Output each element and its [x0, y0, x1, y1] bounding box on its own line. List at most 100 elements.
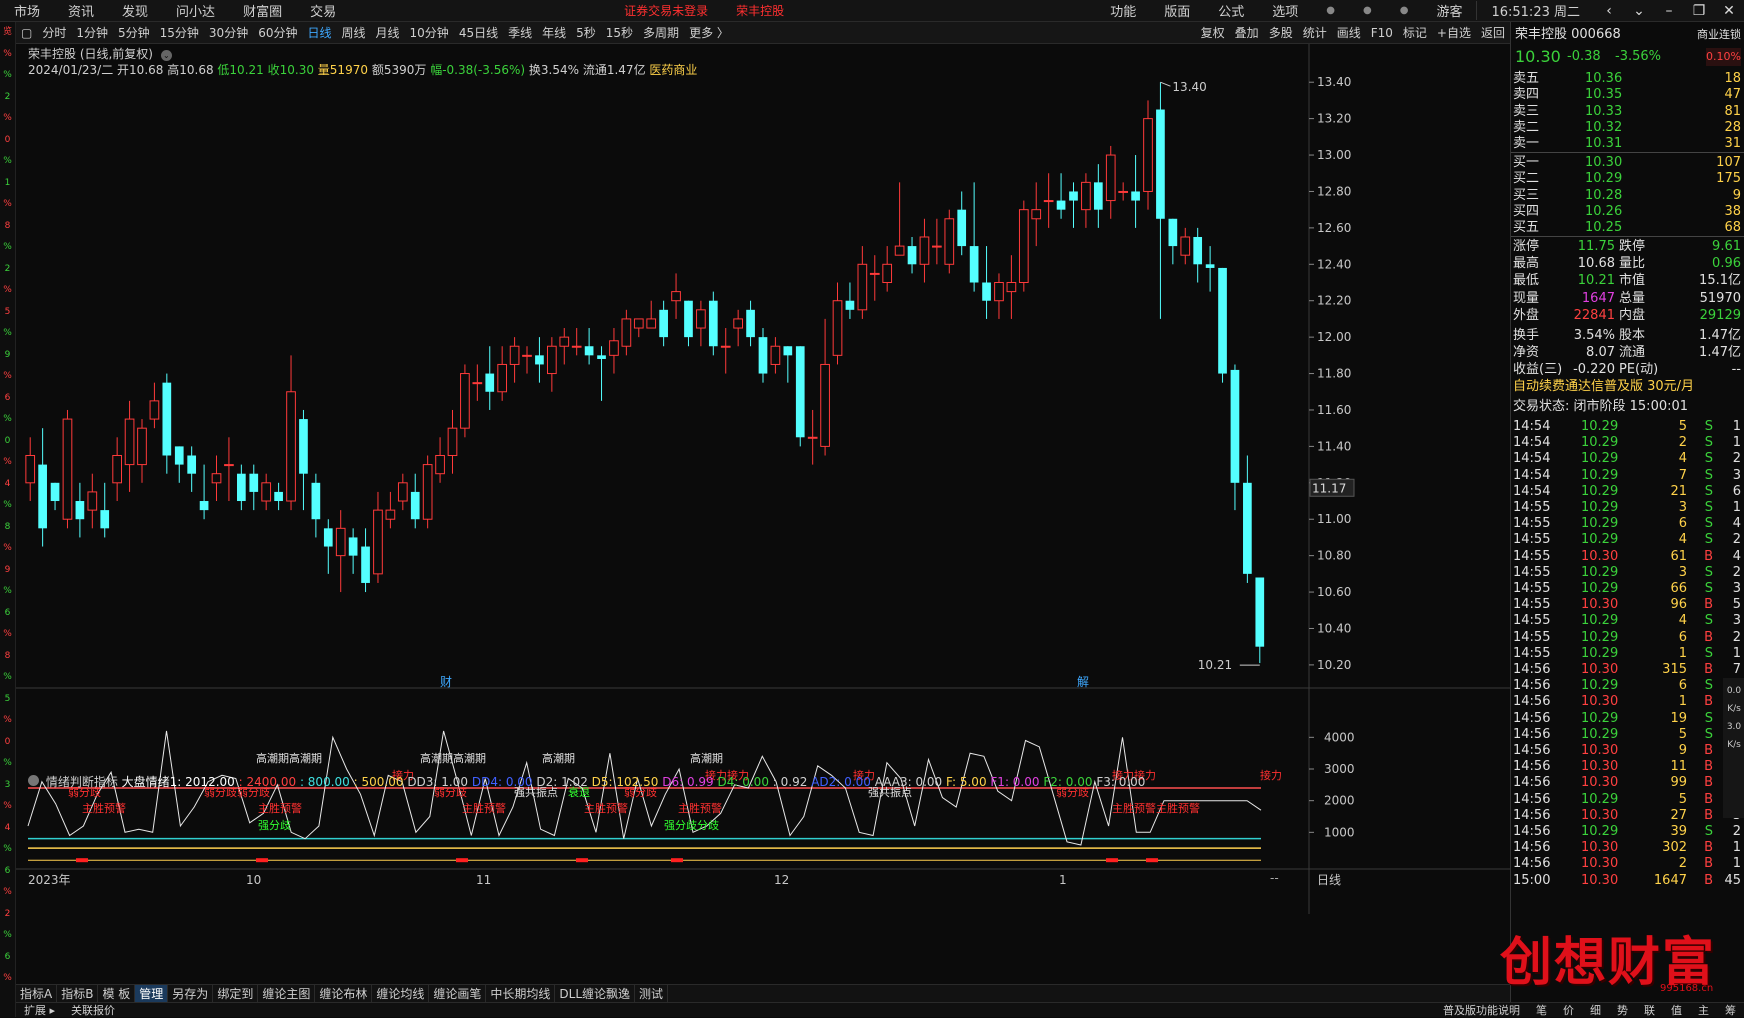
- left-rail-item[interactable]: 6: [0, 861, 15, 883]
- tool-button[interactable]: 统计: [1298, 24, 1332, 41]
- indicator-template-tab[interactable]: 缠论画笔: [429, 985, 487, 1002]
- period-tab[interactable]: 15秒: [601, 24, 638, 41]
- tool-button[interactable]: 返回: [1476, 24, 1510, 41]
- left-rail-item[interactable]: 9: [0, 560, 15, 582]
- indicator-template-tab[interactable]: DLL缠论飘逸: [555, 985, 636, 1002]
- notice-stock[interactable]: 荣丰控股: [722, 2, 798, 19]
- indicator-template-tab[interactable]: 测试: [635, 985, 669, 1002]
- indicator-template-tab[interactable]: 绑定到: [213, 985, 259, 1002]
- user-label[interactable]: 游客: [1422, 1, 1476, 20]
- menu-item[interactable]: 问小达: [162, 1, 229, 20]
- gear-icon[interactable]: [28, 775, 39, 786]
- left-rail-item[interactable]: %: [0, 44, 15, 66]
- left-rail-item[interactable]: 9: [0, 345, 15, 367]
- left-rail-item[interactable]: %: [0, 925, 15, 947]
- left-rail-item[interactable]: %: [0, 581, 15, 603]
- menu-right-item[interactable]: 功能: [1096, 1, 1150, 20]
- quote-tab[interactable]: 笔: [1528, 1002, 1555, 1018]
- tool-button[interactable]: 画线: [1332, 24, 1366, 41]
- period-tab[interactable]: 10分钟: [405, 24, 454, 41]
- period-tab[interactable]: 周线: [337, 24, 371, 41]
- left-rail-item[interactable]: %: [0, 452, 15, 474]
- back-icon[interactable]: ‹: [1594, 3, 1624, 19]
- left-rail-item[interactable]: 5: [0, 689, 15, 711]
- indicator-template-tab[interactable]: 另存为: [168, 985, 214, 1002]
- period-tab[interactable]: 30分钟: [204, 24, 253, 41]
- minimize-icon[interactable]: –: [1654, 3, 1684, 19]
- indicator-template-tab[interactable]: 指标B: [57, 985, 99, 1002]
- info-sector[interactable]: 医药商业: [649, 63, 697, 77]
- tool-button[interactable]: 叠加: [1230, 24, 1264, 41]
- left-rail-item[interactable]: %: [0, 882, 15, 904]
- chevron-down-icon[interactable]: ⌄: [1624, 3, 1654, 19]
- status-left-item[interactable]: 关联报价: [63, 1002, 123, 1018]
- menu-item[interactable]: 财富圈: [229, 1, 296, 20]
- close-icon[interactable]: ✕: [1714, 3, 1744, 19]
- quote-tab[interactable]: 细: [1582, 1002, 1609, 1018]
- period-tab[interactable]: 多周期: [638, 24, 684, 41]
- left-rail-item[interactable]: %: [0, 839, 15, 861]
- quote-tab[interactable]: 势: [1609, 1002, 1636, 1018]
- left-rail-item[interactable]: 1: [0, 173, 15, 195]
- menu-right-item[interactable]: 公式: [1204, 1, 1258, 20]
- left-rail-item[interactable]: %: [0, 151, 15, 173]
- chevron-down-icon[interactable]: ⌄: [160, 50, 172, 61]
- indicator-template-tab[interactable]: 缠论布林: [315, 985, 373, 1002]
- indicator-name[interactable]: 情绪判断指标: [46, 775, 118, 789]
- quote-tab[interactable]: 联: [1636, 1002, 1663, 1018]
- left-rail-item[interactable]: 4: [0, 474, 15, 496]
- left-rail-item[interactable]: %: [0, 108, 15, 130]
- refresh-icon[interactable]: ●: [1312, 5, 1349, 16]
- period-tab[interactable]: 分时: [37, 24, 71, 41]
- left-rail-item[interactable]: %: [0, 796, 15, 818]
- left-rail-item[interactable]: %: [0, 323, 15, 345]
- tool-button[interactable]: 复权: [1196, 24, 1230, 41]
- period-tab[interactable]: 1分钟: [71, 24, 113, 41]
- left-rail-item[interactable]: %: [0, 710, 15, 732]
- indicator-template-tab[interactable]: 模 板: [98, 985, 136, 1002]
- period-tab[interactable]: 60分钟: [253, 24, 302, 41]
- left-rail-item[interactable]: 6: [0, 947, 15, 969]
- left-rail-item[interactable]: %: [0, 968, 15, 990]
- left-rail-item[interactable]: %: [0, 409, 15, 431]
- status-left-item[interactable]: 扩展 ▸: [16, 1002, 63, 1018]
- panel-toggle-icon[interactable]: ▢: [16, 26, 37, 40]
- indicator-template-tab[interactable]: 管理: [135, 985, 169, 1002]
- menu-item[interactable]: 市场: [0, 1, 54, 20]
- quote-tab[interactable]: 主: [1690, 1002, 1717, 1018]
- left-rail-item[interactable]: %: [0, 194, 15, 216]
- left-rail-item[interactable]: %: [0, 624, 15, 646]
- period-tab[interactable]: 年线: [537, 24, 571, 41]
- left-rail-item[interactable]: 6: [0, 388, 15, 410]
- left-rail-item[interactable]: %: [0, 753, 15, 775]
- left-rail-item[interactable]: 0: [0, 732, 15, 754]
- login-notice[interactable]: 证券交易未登录: [610, 2, 722, 19]
- left-rail-item[interactable]: 0: [0, 431, 15, 453]
- indicator-template-tab[interactable]: 中长期均线: [486, 985, 556, 1002]
- tool-button[interactable]: 标记: [1398, 24, 1432, 41]
- left-rail-item[interactable]: 览: [0, 22, 15, 44]
- indicator-template-tab[interactable]: 缠论主图: [258, 985, 316, 1002]
- left-rail-item[interactable]: 3: [0, 775, 15, 797]
- menu-item[interactable]: 发现: [108, 1, 162, 20]
- left-rail-item[interactable]: %: [0, 280, 15, 302]
- quote-tab[interactable]: 价: [1555, 1002, 1582, 1018]
- left-rail-item[interactable]: 8: [0, 646, 15, 668]
- quote-tab[interactable]: 筹: [1717, 1002, 1744, 1018]
- left-rail-item[interactable]: 6: [0, 603, 15, 625]
- tool-button[interactable]: F10: [1366, 26, 1398, 40]
- phone-icon[interactable]: ●: [1349, 5, 1386, 16]
- period-tab[interactable]: 5分钟: [113, 24, 155, 41]
- period-tab[interactable]: 月线: [371, 24, 405, 41]
- left-rail-item[interactable]: 2: [0, 259, 15, 281]
- period-tab[interactable]: 45日线: [454, 24, 503, 41]
- left-rail-item[interactable]: 0: [0, 130, 15, 152]
- restore-icon[interactable]: ❐: [1684, 3, 1714, 19]
- period-tab[interactable]: 季线: [503, 24, 537, 41]
- left-rail-item[interactable]: 4: [0, 818, 15, 840]
- indicator-template-tab[interactable]: 缠论均线: [372, 985, 430, 1002]
- left-rail-item[interactable]: 8: [0, 517, 15, 539]
- left-rail-item[interactable]: 2: [0, 904, 15, 926]
- left-rail-item[interactable]: %: [0, 538, 15, 560]
- left-rail-item[interactable]: 2: [0, 87, 15, 109]
